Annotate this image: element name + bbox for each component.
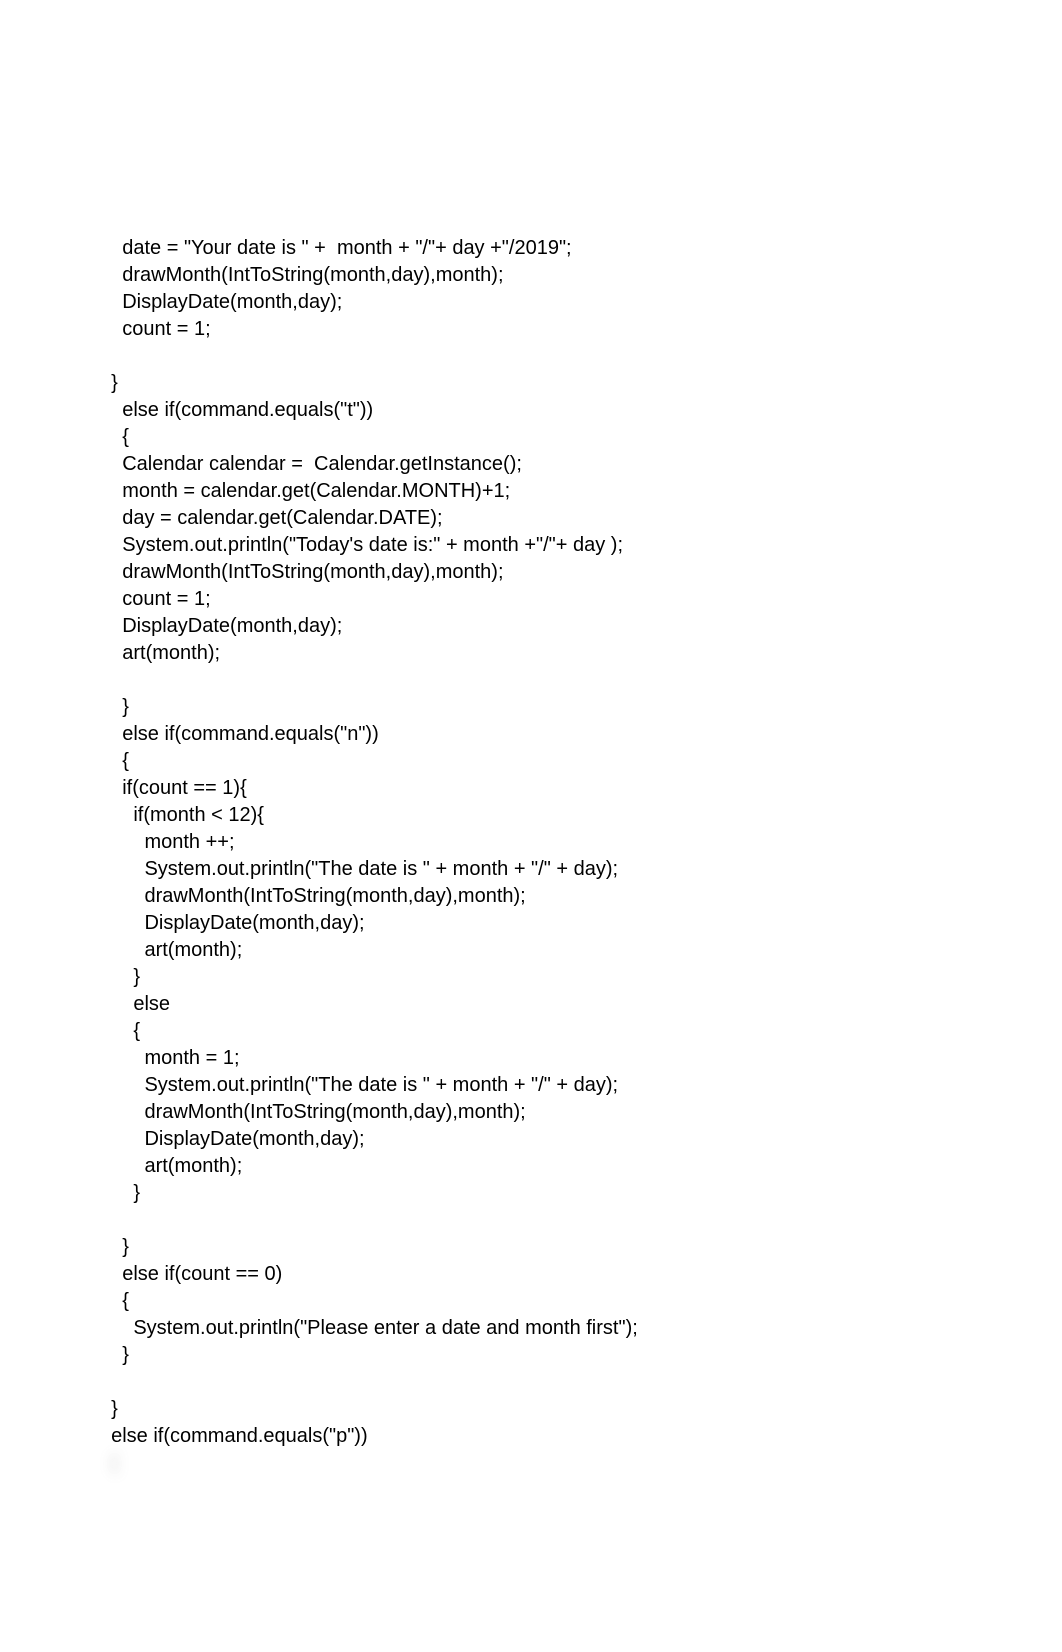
code-line: art(month); — [100, 939, 242, 961]
code-line: if(month < 12){ — [100, 804, 264, 826]
code-line: count = 1; — [100, 588, 211, 610]
code-block: date = "Your date is " + month + "/"+ da… — [100, 208, 1022, 1477]
code-line: DisplayDate(month,day); — [100, 1128, 365, 1150]
code-line: art(month); — [100, 642, 220, 664]
blurred-code-line: { — [100, 1452, 118, 1474]
code-line: else if(command.equals("t")) — [100, 399, 373, 421]
code-line: else if(count == 0) — [100, 1263, 282, 1285]
code-line: else if(command.equals("p")) — [100, 1425, 368, 1447]
code-line: Calendar calendar = Calendar.getInstance… — [100, 453, 522, 475]
code-line: month ++; — [100, 831, 235, 853]
code-line: DisplayDate(month,day); — [100, 912, 365, 934]
code-line: System.out.println("The date is " + mont… — [100, 858, 618, 880]
code-line: month = calendar.get(Calendar.MONTH)+1; — [100, 480, 510, 502]
code-line: else if(command.equals("n")) — [100, 723, 379, 745]
code-line: art(month); — [100, 1155, 242, 1177]
code-line: { — [100, 750, 129, 772]
code-line: else — [100, 993, 170, 1015]
code-line: } — [100, 1236, 129, 1258]
code-line: { — [100, 1020, 140, 1042]
code-line: drawMonth(IntToString(month,day),month); — [100, 1101, 526, 1123]
code-line: } — [100, 1398, 118, 1420]
code-line: month = 1; — [100, 1047, 240, 1069]
code-line: day = calendar.get(Calendar.DATE); — [100, 507, 443, 529]
code-line: System.out.println("The date is " + mont… — [100, 1074, 618, 1096]
code-line: drawMonth(IntToString(month,day),month); — [100, 561, 504, 583]
code-line: { — [100, 426, 129, 448]
code-line: drawMonth(IntToString(month,day),month); — [100, 885, 526, 907]
code-line: } — [100, 1182, 140, 1204]
code-line: DisplayDate(month,day); — [100, 291, 342, 313]
code-line: drawMonth(IntToString(month,day),month); — [100, 264, 504, 286]
code-line: } — [100, 966, 140, 988]
code-line: } — [100, 372, 118, 394]
code-line: } — [100, 696, 129, 718]
code-line: DisplayDate(month,day); — [100, 615, 342, 637]
code-line: } — [100, 1344, 129, 1366]
code-line: { — [100, 1290, 129, 1312]
code-line: count = 1; — [100, 318, 211, 340]
code-line: System.out.println("Today's date is:" + … — [100, 534, 623, 556]
code-line: date = "Your date is " + month + "/"+ da… — [100, 237, 572, 259]
code-line: System.out.println("Please enter a date … — [100, 1317, 638, 1339]
code-line: if(count == 1){ — [100, 777, 247, 799]
